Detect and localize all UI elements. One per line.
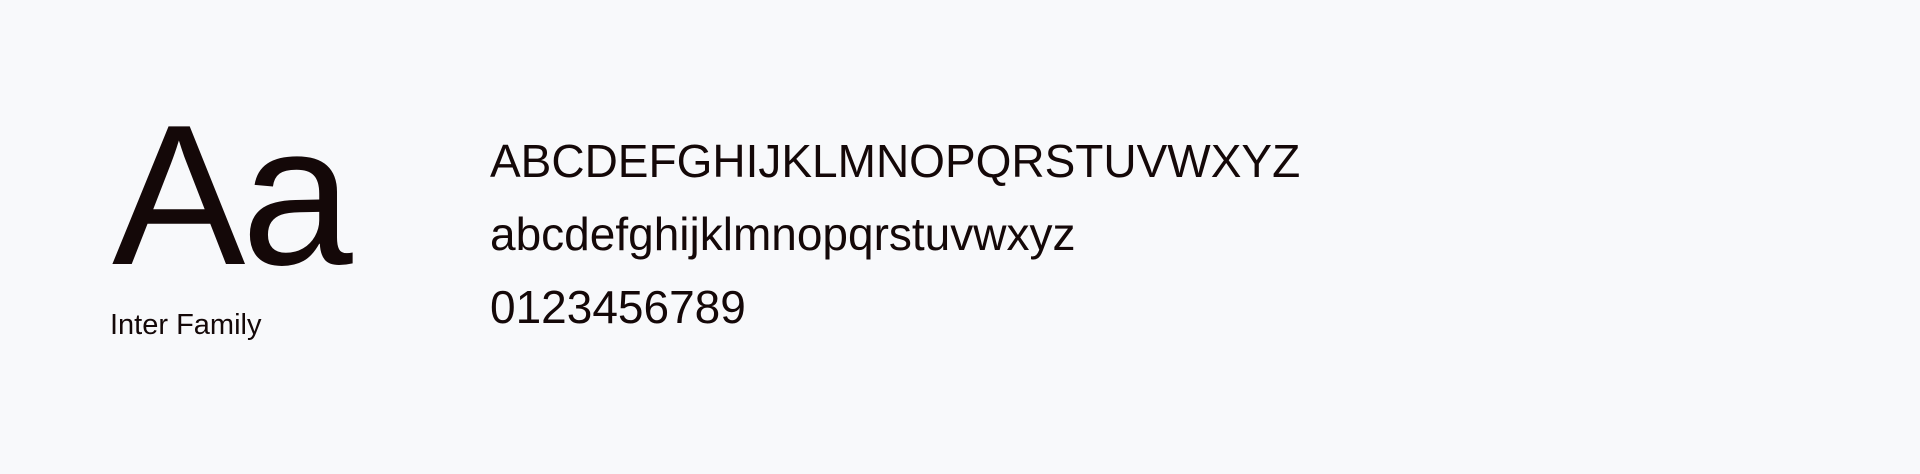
font-specimen: Aa Inter Family ABCDEFGHIJKLMNOPQRSTUVWX… (0, 0, 1920, 474)
lowercase-letters: abcdefghijklmnopqrstuvwxyz (490, 208, 1076, 260)
character-set: ABCDEFGHIJKLMNOPQRSTUVWXYZ abcdefghijklm… (490, 138, 1300, 357)
sample-glyphs: Aa (112, 84, 353, 307)
font-family-name: Inter Family (110, 309, 262, 341)
digits: 0123456789 (490, 281, 746, 333)
uppercase-letters: ABCDEFGHIJKLMNOPQRSTUVWXYZ (490, 135, 1301, 187)
